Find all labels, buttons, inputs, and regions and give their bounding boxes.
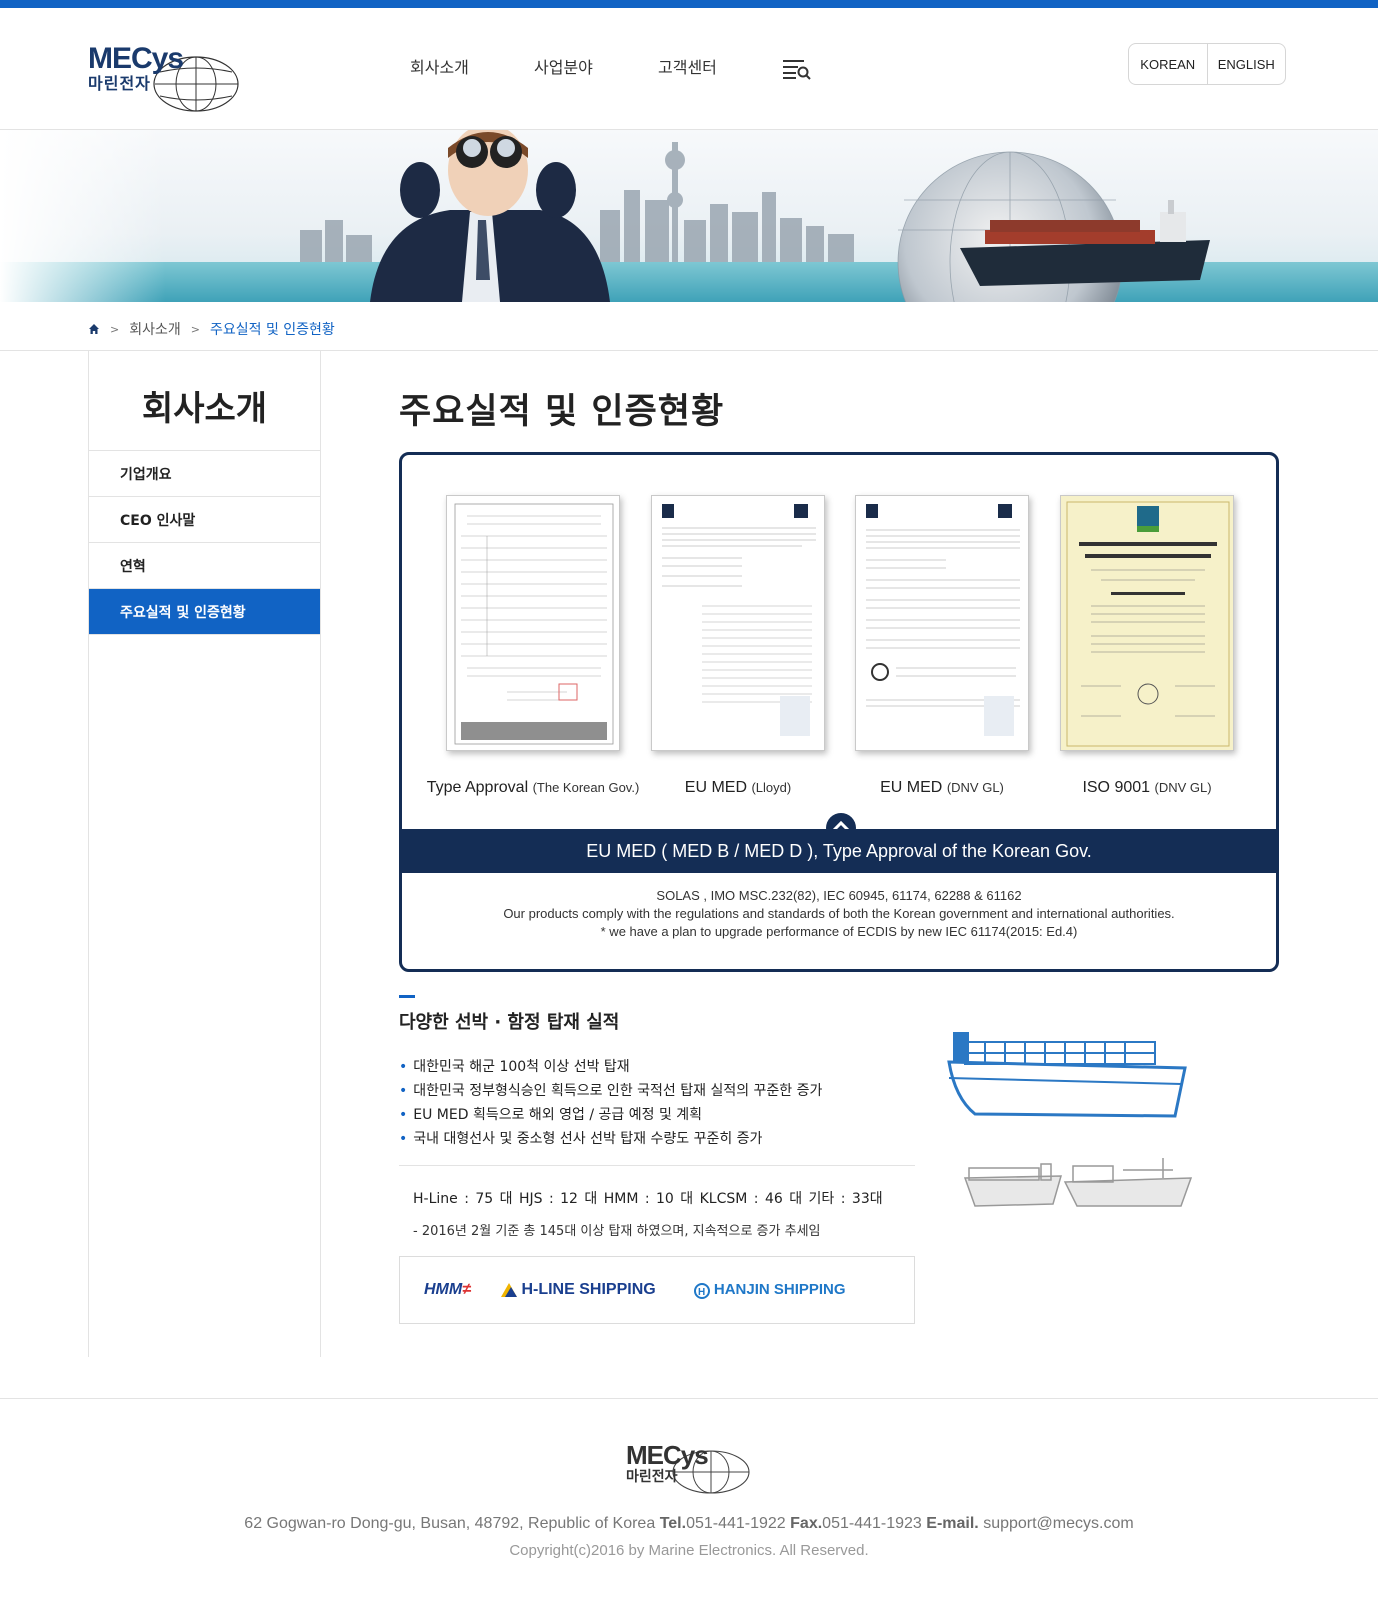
breadcrumb-separator: > bbox=[190, 322, 200, 336]
footer-email[interactable]: support@mecys.com bbox=[983, 1515, 1134, 1532]
breadcrumb-separator: > bbox=[110, 322, 120, 336]
list-item: EU MED 획득으로 해외 영업 / 공급 예정 및 계획 bbox=[399, 1103, 822, 1127]
installation-bullets: 대한민국 해군 100척 이상 선박 탑재 대한민국 정부형식승인 획득으로 인… bbox=[399, 1055, 822, 1151]
partner-logos: HMM≠ H-LINE SHIPPING H HANJIN SHIPPING bbox=[399, 1256, 915, 1324]
nav-company[interactable]: 회사소개 bbox=[410, 54, 469, 78]
svg-text:H: H bbox=[698, 1287, 705, 1298]
certification-panel: Type Approval (The Korean Gov.) EU MED (… bbox=[399, 452, 1279, 972]
hanjin-logo-icon: H bbox=[693, 1282, 710, 1299]
list-item: 국내 대형선사 및 중소형 선사 선박 탑재 수량도 꾸준히 증가 bbox=[399, 1127, 822, 1151]
cert-label-iso-9001: ISO 9001 (DNV GL) bbox=[1082, 779, 1212, 796]
standards-line: SOLAS , IMO MSC.232(82), IEC 60945, 6117… bbox=[656, 888, 1022, 903]
hline-logo-icon bbox=[501, 1282, 517, 1297]
certificate-eu-med-dnv[interactable] bbox=[855, 495, 1029, 751]
certificate-document-icon bbox=[866, 504, 1020, 736]
cert-label-eu-med-dnv: EU MED (DNV GL) bbox=[880, 779, 1004, 796]
nav-business[interactable]: 사업분야 bbox=[534, 54, 593, 78]
certificate-iso-9001[interactable] bbox=[1060, 495, 1234, 751]
hero-banner-illustration bbox=[0, 130, 1378, 302]
certificate-document-icon bbox=[454, 503, 614, 745]
hero-banner bbox=[0, 130, 1378, 302]
nav-support[interactable]: 고객센터 bbox=[658, 54, 717, 78]
sidebar: 회사소개 기업개요 CEO 인사말 연혁 주요실적 및 인증현황 bbox=[88, 351, 321, 1357]
section-marker bbox=[399, 995, 415, 998]
top-accent-bar bbox=[0, 0, 1378, 8]
footer-copyright: Copyright(c)2016 by Marine Electronics. … bbox=[509, 1542, 869, 1559]
lang-english[interactable]: ENGLISH bbox=[1206, 44, 1286, 84]
certification-notes: SOLAS , IMO MSC.232(82), IEC 60945, 6117… bbox=[402, 887, 1276, 941]
sidebar-item-ceo[interactable]: CEO 인사말 bbox=[89, 497, 320, 543]
home-icon[interactable] bbox=[88, 323, 100, 335]
breadcrumb-item-company[interactable]: 회사소개 bbox=[129, 319, 181, 339]
partner-logo-hanjin: H HANJIN SHIPPING bbox=[693, 1281, 846, 1299]
cert-label-type-approval: Type Approval (The Korean Gov.) bbox=[426, 779, 640, 796]
certificate-document-icon bbox=[1066, 501, 1230, 747]
breadcrumb: > 회사소개 > 주요실적 및 인증현황 bbox=[88, 319, 335, 339]
sidebar-item-certifications[interactable]: 주요실적 및 인증현황 bbox=[89, 589, 320, 635]
partner-logo-hline: H-LINE SHIPPING bbox=[501, 1281, 656, 1299]
car-carrier-ship-icon bbox=[963, 1163, 1063, 1207]
tanker-ship-icon bbox=[1063, 1158, 1193, 1207]
section-divider bbox=[399, 1165, 915, 1166]
breadcrumb-item-current[interactable]: 주요실적 및 인증현황 bbox=[210, 319, 335, 339]
logo-text-ko: 마린전자 bbox=[88, 74, 151, 93]
partner-logo-hmm: HMM≠ bbox=[424, 1281, 471, 1298]
sidebar-item-overview[interactable]: 기업개요 bbox=[89, 451, 320, 497]
installation-stats-note: - 2016년 2월 기준 총 145대 이상 탑재 하였으며, 지속적으로 증… bbox=[413, 1224, 821, 1239]
compliance-line: Our products comply with the regulations… bbox=[503, 906, 1175, 921]
language-switcher: KOREAN ENGLISH bbox=[1128, 43, 1286, 85]
installation-section-title: 다양한 선박 · 함정 탑재 실적 bbox=[399, 1012, 620, 1033]
list-item: 대한민국 정부형식승인 획득으로 인한 국적선 탑재 실적의 꾸준한 증가 bbox=[399, 1079, 822, 1103]
sidebar-item-history[interactable]: 연혁 bbox=[89, 543, 320, 589]
upgrade-note: * we have a plan to upgrade performance … bbox=[600, 924, 1078, 939]
lang-korean[interactable]: KOREAN bbox=[1129, 44, 1207, 84]
menu-search-icon[interactable] bbox=[782, 58, 812, 80]
sidebar-title: 회사소개 bbox=[89, 351, 320, 451]
site-header: MECys 마린전자 회사소개 사업분야 고객센터 KOREAN ENGLISH bbox=[0, 8, 1378, 130]
footer-address: 62 Gogwan-ro Dong-gu, Busan, 48792, Repu… bbox=[244, 1515, 1134, 1532]
certificate-type-approval[interactable] bbox=[446, 495, 620, 751]
site-logo[interactable]: MECys 마린전자 bbox=[88, 42, 240, 112]
certification-summary-band: EU MED ( MED B / MED D ), Type Approval … bbox=[402, 829, 1276, 873]
footer-logo: MECys 마린전자 bbox=[626, 1440, 752, 1500]
certificate-eu-med-lloyd[interactable] bbox=[651, 495, 825, 751]
certificate-document-icon bbox=[662, 504, 816, 736]
list-item: 대한민국 해군 100척 이상 선박 탑재 bbox=[399, 1055, 822, 1079]
container-ship-icon bbox=[947, 1032, 1187, 1118]
footer-logo-ko: 마린전자 bbox=[626, 1469, 678, 1485]
footer-divider bbox=[0, 1398, 1378, 1399]
installation-stats: H-Line : 75 대 HJS : 12 대 HMM : 10 대 KLCS… bbox=[413, 1191, 883, 1207]
page-title: 주요실적 및 인증현황 bbox=[399, 392, 725, 432]
